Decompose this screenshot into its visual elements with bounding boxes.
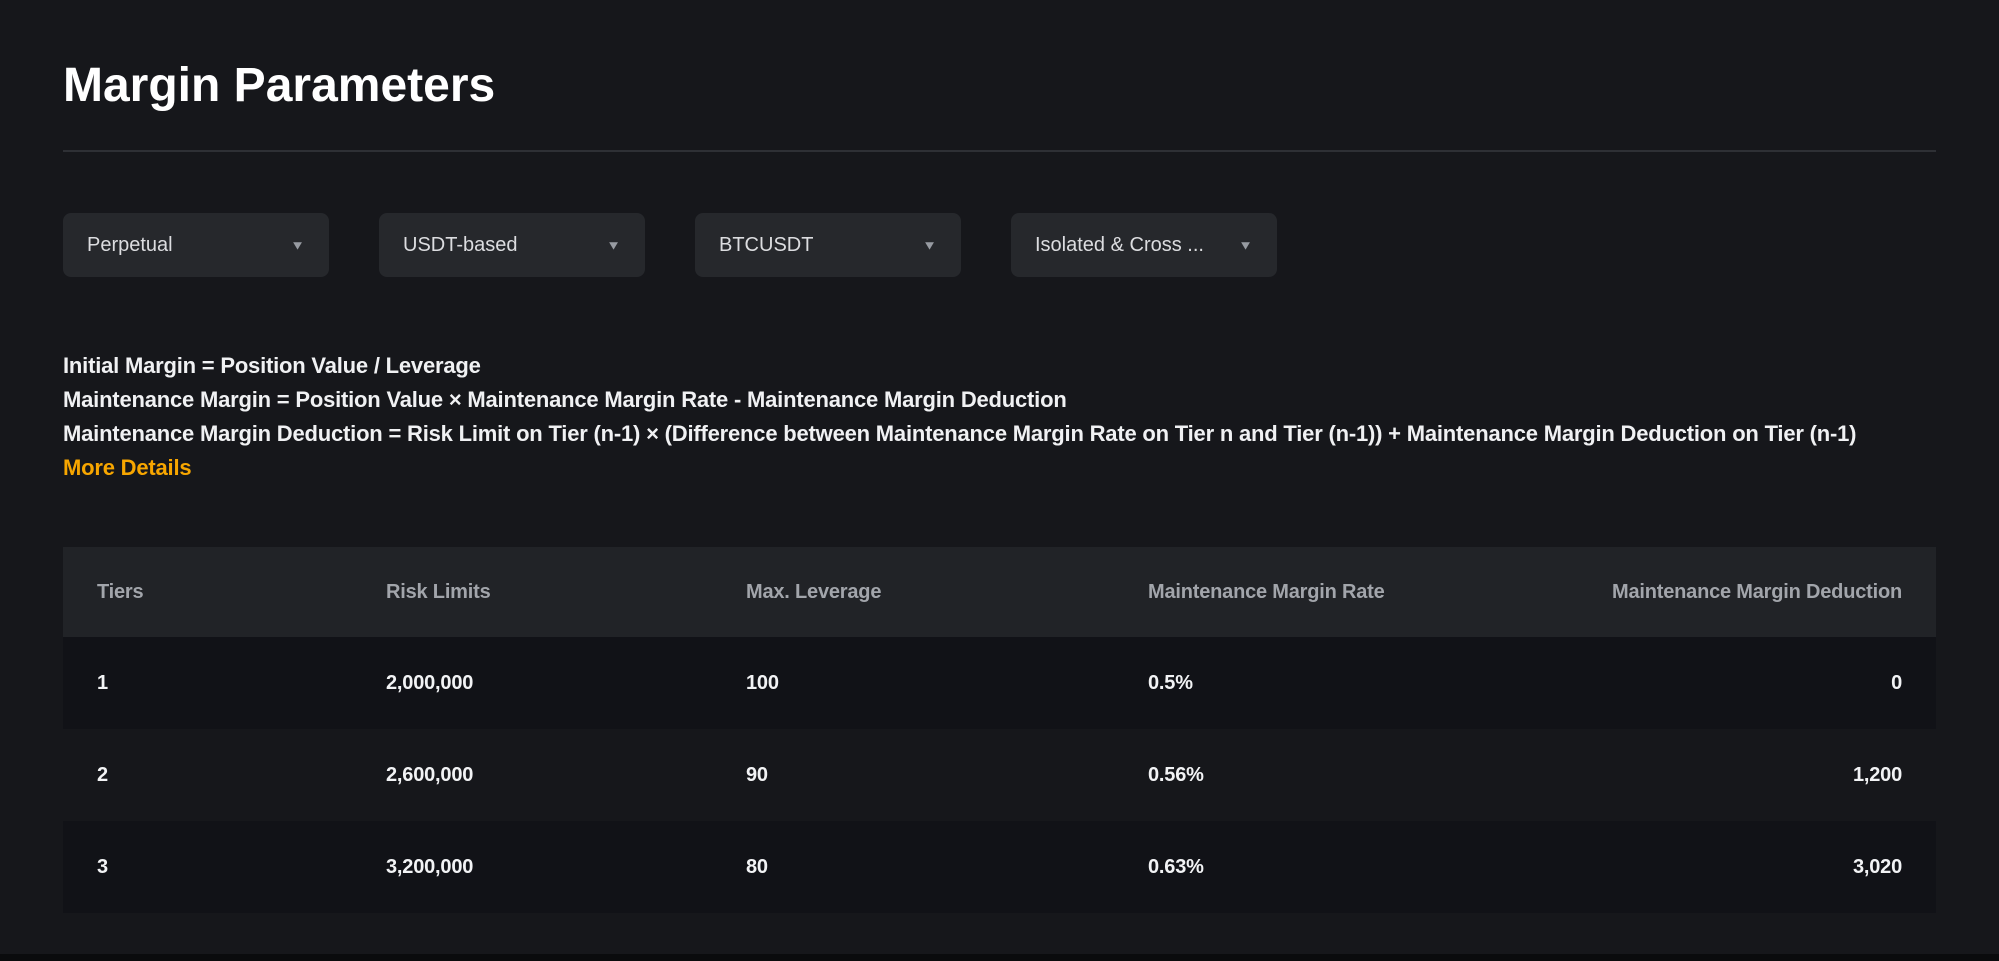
maintenance-margin-deduction-cell: 3,020 <box>1523 821 1936 913</box>
contract-type-value: Perpetual <box>87 234 173 257</box>
settlement-coin-value: USDT-based <box>403 234 518 257</box>
risk-limit-cell: 2,600,000 <box>352 729 712 821</box>
risk-limit-cell: 3,200,000 <box>352 821 712 913</box>
settlement-coin-dropdown[interactable]: USDT-based ▼ <box>379 213 645 277</box>
column-header-max-leverage: Max. Leverage <box>712 547 1114 637</box>
table-row: 2 2,600,000 90 0.56% 1,200 <box>63 729 1936 821</box>
risk-limit-cell: 2,000,000 <box>352 637 712 729</box>
margin-mode-value: Isolated & Cross ... <box>1035 234 1204 257</box>
symbol-dropdown[interactable]: BTCUSDT ▼ <box>695 213 961 277</box>
column-header-maintenance-margin-deduction: Maintenance Margin Deduction <box>1523 547 1936 637</box>
filter-bar: Perpetual ▼ USDT-based ▼ BTCUSDT ▼ Isola… <box>63 213 1936 277</box>
page-title: Margin Parameters <box>63 58 1936 114</box>
tier-cell: 3 <box>63 821 352 913</box>
table-row: 3 3,200,000 80 0.63% 3,020 <box>63 821 1936 913</box>
column-header-tiers: Tiers <box>63 547 352 637</box>
max-leverage-cell: 80 <box>712 821 1114 913</box>
table-row: 1 2,000,000 100 0.5% 0 <box>63 637 1936 729</box>
chevron-down-icon: ▼ <box>922 239 937 252</box>
maintenance-margin-rate-cell: 0.5% <box>1114 637 1523 729</box>
column-header-risk-limits: Risk Limits <box>352 547 712 637</box>
maintenance-margin-deduction-cell: 1,200 <box>1523 729 1936 821</box>
formula-maintenance-margin-deduction: Maintenance Margin Deduction = Risk Limi… <box>63 417 1936 451</box>
contract-type-dropdown[interactable]: Perpetual ▼ <box>63 213 329 277</box>
chevron-down-icon: ▼ <box>1238 239 1253 252</box>
window-bottom-edge <box>0 954 1999 961</box>
maintenance-margin-rate-cell: 0.63% <box>1114 821 1523 913</box>
tier-cell: 2 <box>63 729 352 821</box>
chevron-down-icon: ▼ <box>290 239 305 252</box>
margin-mode-dropdown[interactable]: Isolated & Cross ... ▼ <box>1011 213 1277 277</box>
tier-cell: 1 <box>63 637 352 729</box>
formula-initial-margin: Initial Margin = Position Value / Levera… <box>63 349 1936 383</box>
title-divider <box>63 150 1936 152</box>
table-header-row: Tiers Risk Limits Max. Leverage Maintena… <box>63 547 1936 637</box>
more-details-link[interactable]: More Details <box>63 451 191 485</box>
symbol-value: BTCUSDT <box>719 234 813 257</box>
maintenance-margin-rate-cell: 0.56% <box>1114 729 1523 821</box>
margin-parameters-page: Margin Parameters Perpetual ▼ USDT-based… <box>0 0 1999 913</box>
max-leverage-cell: 90 <box>712 729 1114 821</box>
chevron-down-icon: ▼ <box>606 239 621 252</box>
formula-maintenance-margin: Maintenance Margin = Position Value × Ma… <box>63 383 1936 417</box>
formula-block: Initial Margin = Position Value / Levera… <box>63 349 1936 485</box>
column-header-maintenance-margin-rate: Maintenance Margin Rate <box>1114 547 1523 637</box>
maintenance-margin-deduction-cell: 0 <box>1523 637 1936 729</box>
margin-tiers-table: Tiers Risk Limits Max. Leverage Maintena… <box>63 547 1936 913</box>
max-leverage-cell: 100 <box>712 637 1114 729</box>
